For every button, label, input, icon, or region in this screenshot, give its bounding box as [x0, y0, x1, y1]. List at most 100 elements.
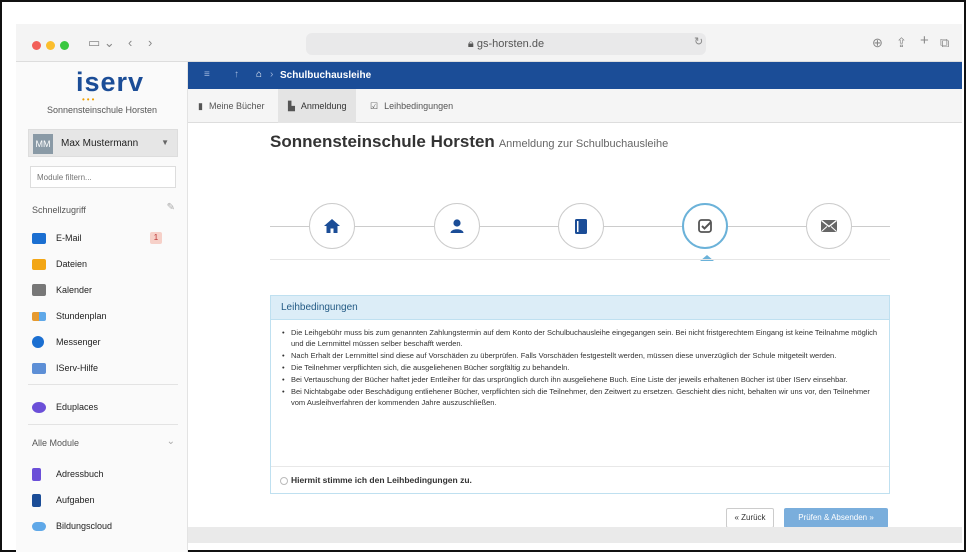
sidebar-item-email[interactable]: E-Mail 1 [32, 229, 182, 247]
user-name: Max Mustermann [61, 138, 139, 149]
eduplaces-icon [32, 401, 46, 413]
sidebar-item-label: E-Mail [56, 233, 82, 243]
sidebar-item-label: IServ-Hilfe [56, 363, 99, 373]
module-tabs: ▮ Meine Bücher ▙ Anmeldung ☑ Leihbedingu… [188, 89, 962, 123]
edit-icon[interactable]: ✎ [167, 202, 175, 213]
back-icon[interactable]: ‹ [128, 35, 132, 50]
tab-leihbedingungen[interactable]: ☑ Leihbedingungen [360, 89, 463, 123]
divider [28, 424, 178, 425]
sidebar-item-kalender[interactable]: Kalender [32, 281, 92, 299]
browser-toolbar: ▭ ⌄ ‹ › ▤ 🔒︎ gs-horsten.de ↻ ⊕ ⇪ + ⧉ [16, 24, 962, 62]
sidebar-item-dateien[interactable]: Dateien [32, 255, 87, 273]
up-arrow-icon[interactable]: ↑ [234, 69, 239, 80]
terms-list: Die Leihgebühr muss bis zum genannten Za… [271, 320, 889, 408]
page-title-text: Sonnensteinschule Horsten [270, 132, 495, 151]
step-send[interactable] [806, 203, 852, 249]
logo-dots: ••• [82, 95, 97, 104]
chat-icon [32, 336, 44, 348]
sidebar-item-messenger[interactable]: Messenger [32, 333, 101, 351]
tab-meine-buecher[interactable]: ▮ Meine Bücher [188, 89, 274, 123]
footer-bar [188, 527, 962, 543]
list-item: Nach Erhalt der Lernmittel sind diese au… [281, 350, 879, 361]
step-book[interactable] [558, 203, 604, 249]
sidebar-item-iserv-hilfe[interactable]: IServ-Hilfe [32, 359, 98, 377]
tasks-icon [32, 493, 41, 507]
quick-access-heading: Schnellzugriff [32, 205, 86, 215]
calendar-icon [32, 284, 46, 296]
book-icon [575, 218, 587, 234]
agree-label[interactable]: Hiermit stimme ich den Leihbedingungen z… [291, 475, 472, 485]
sidebar-item-eduplaces[interactable]: Eduplaces [32, 398, 98, 416]
envelope-icon [821, 220, 837, 232]
school-name: Sonnensteinschule Horsten [46, 105, 158, 115]
submit-button[interactable]: Prüfen & Absenden » [784, 508, 888, 528]
tab-label: Meine Bücher [208, 101, 265, 111]
sidebar-item-label: Eduplaces [56, 402, 99, 412]
all-modules-heading[interactable]: Alle Module [32, 438, 79, 448]
forward-icon[interactable]: › [148, 35, 152, 50]
divider [270, 259, 890, 260]
sidebar-item-aufgaben[interactable]: Aufgaben [32, 491, 95, 509]
sidebar-item-label: Aufgaben [56, 495, 95, 505]
sidebar-item-bildungscloud[interactable]: Bildungscloud [32, 517, 112, 535]
check-icon [697, 218, 712, 233]
tab-anmeldung[interactable]: ▙ Anmeldung [278, 89, 357, 123]
breadcrumb-separator-icon: › [270, 69, 274, 80]
agree-checkbox[interactable] [280, 477, 288, 485]
iserv-logo[interactable]: iserv [76, 67, 144, 98]
mail-icon [32, 232, 46, 244]
maximize-window-button[interactable] [60, 41, 69, 50]
breadcrumb-title[interactable]: Schulbuchausleihe [280, 70, 371, 81]
agree-checkbox-row[interactable]: Hiermit stimme ich den Leihbedingungen z… [271, 466, 889, 494]
chevron-down-icon[interactable]: ⌄ [167, 436, 175, 447]
reload-icon[interactable]: ↻ [694, 35, 703, 48]
sidebar-item-stundenplan[interactable]: Stundenplan [32, 307, 107, 325]
app-header: ≡ ↑ ⌂ › Schulbuchausleihe [188, 62, 962, 89]
tab-label: Leihbedingungen [384, 101, 454, 111]
checkbox-icon: ☑ [370, 100, 379, 111]
home-breadcrumb-icon[interactable]: ⌂ [256, 69, 262, 80]
screen-frame: ▭ ⌄ ‹ › ▤ 🔒︎ gs-horsten.de ↻ ⊕ ⇪ + ⧉ ise… [0, 0, 966, 552]
sidebar-item-label: Messenger [56, 337, 101, 347]
step-terms[interactable] [682, 203, 728, 249]
tabs-icon[interactable]: ⧉ [940, 35, 949, 51]
terms-panel: Leihbedingungen Die Leihgebühr muss bis … [270, 295, 890, 494]
folder-icon [32, 258, 46, 270]
back-button[interactable]: « Zurück [726, 508, 774, 528]
cloud-icon [32, 521, 46, 531]
sidebar-item-label: Bildungscloud [56, 521, 113, 531]
home-icon [324, 219, 340, 233]
page-subtitle: Anmeldung zur Schulbuchausleihe [498, 138, 669, 150]
new-tab-icon[interactable]: + [920, 32, 929, 49]
document-icon: ▙ [288, 100, 295, 111]
active-step-pointer [700, 255, 714, 261]
list-item: Bei Vertauschung der Bücher haftet jeder… [281, 374, 879, 385]
close-window-button[interactable] [32, 41, 41, 50]
sidebar-item-adressbuch[interactable]: Adressbuch [32, 465, 104, 483]
help-icon [32, 362, 46, 374]
divider [28, 384, 178, 385]
caret-down-icon: ▼ [161, 138, 169, 147]
addressbook-icon [32, 467, 41, 481]
minimize-window-button[interactable] [46, 41, 55, 50]
book-icon: ▮ [198, 100, 203, 111]
step-user[interactable] [434, 203, 480, 249]
step-home[interactable] [309, 203, 355, 249]
address-bar[interactable]: 🔒︎ gs-horsten.de [306, 33, 706, 55]
tab-label: Anmeldung [300, 101, 347, 111]
user-menu[interactable]: MM Max Mustermann ▼ [28, 129, 178, 157]
lock-icon: 🔒︎ [467, 38, 477, 50]
module-filter-input[interactable] [30, 166, 176, 188]
user-icon [450, 219, 464, 233]
page-title: Sonnensteinschule Horsten Anmeldung zur S… [270, 132, 668, 152]
sidebar-toggle-icon[interactable]: ▭ ⌄ [88, 35, 115, 51]
share-icon[interactable]: ⇪ [896, 35, 907, 51]
sidebar-item-label: Adressbuch [56, 469, 104, 479]
download-icon[interactable]: ⊕ [872, 35, 883, 51]
menu-icon[interactable]: ≡ [204, 69, 210, 80]
sidebar: iserv ••• Sonnensteinschule Horsten MM M… [16, 62, 188, 552]
unread-badge: 1 [150, 232, 162, 244]
avatar: MM [33, 134, 53, 154]
list-item: Die Teilnehmer verpflichten sich, die au… [281, 362, 879, 373]
timetable-icon [32, 311, 46, 321]
